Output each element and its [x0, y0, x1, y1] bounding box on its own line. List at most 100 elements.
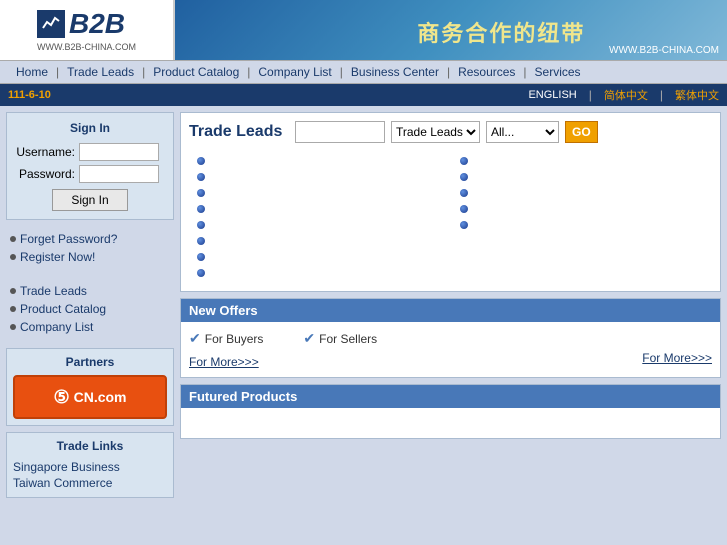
logo-text: B2B	[69, 8, 125, 40]
signin-title: Sign In	[15, 121, 165, 135]
username-input[interactable]	[79, 143, 159, 161]
bullet-dot-icon	[460, 221, 468, 229]
futured-header: Futured Products	[181, 385, 720, 408]
list-item	[197, 235, 442, 247]
bullet-dot-icon	[460, 157, 468, 165]
cn-icon: ⑤	[53, 387, 69, 408]
forget-password-link[interactable]: Forget Password?	[6, 230, 174, 248]
list-item	[460, 219, 705, 231]
list-item	[197, 171, 442, 183]
password-row: Password:	[15, 165, 165, 183]
new-offers-body: ✔ For Buyers ✔ For Sellers For More>>> F…	[181, 322, 720, 377]
bullet-dot-icon	[197, 269, 205, 277]
navbar: Home | Trade Leads | Product Catalog | C…	[0, 60, 727, 84]
list-item	[197, 219, 442, 231]
sidebar-top-links: Forget Password? Register Now!	[6, 226, 174, 270]
trade-leads-section: Trade Leads Trade Leads Products Compani…	[180, 112, 721, 292]
nav-product-catalog[interactable]: Product Catalog	[145, 65, 247, 79]
nav-services[interactable]: Services	[527, 65, 589, 79]
list-item	[197, 155, 442, 167]
lang-simplified[interactable]: 简体中文	[604, 87, 648, 103]
for-sellers-label: For Sellers	[319, 332, 377, 346]
list-item	[197, 187, 442, 199]
trade-leads-col-2	[452, 151, 713, 283]
bullet-icon	[10, 306, 16, 312]
bullet-dot-icon	[460, 173, 468, 181]
bullet-dot-icon	[197, 157, 205, 165]
password-input[interactable]	[79, 165, 159, 183]
nav-resources[interactable]: Resources	[450, 65, 523, 79]
bullet-dot-icon	[197, 237, 205, 245]
logo-url: WWW.B2B-CHINA.COM	[37, 42, 136, 52]
nav-business-center[interactable]: Business Center	[343, 65, 447, 79]
bullet-icon	[10, 236, 16, 242]
for-more-sellers-link[interactable]: For More>>>	[642, 351, 712, 369]
trade-leads-header: Trade Leads Trade Leads Products Compani…	[189, 121, 712, 143]
trade-leads-region-select[interactable]: All... Asia Europe Americas	[486, 121, 559, 143]
nav-home[interactable]: Home	[8, 65, 56, 79]
sidebar-nav-links: Trade Leads Product Catalog Company List	[6, 278, 174, 340]
bullet-icon	[10, 288, 16, 294]
partners-title: Partners	[13, 355, 167, 369]
username-label: Username:	[15, 145, 75, 159]
list-item	[460, 187, 705, 199]
futured-body	[181, 408, 720, 438]
language-links: ENGLISH | 简体中文 | 繁体中文	[528, 87, 719, 103]
signin-button[interactable]: Sign In	[52, 189, 127, 211]
language-bar: 111-6-10 ENGLISH | 简体中文 | 繁体中文	[0, 84, 727, 106]
for-buyers-item: ✔ For Buyers	[189, 330, 263, 347]
logo-icon	[37, 10, 65, 38]
trade-links-box: Trade Links Singapore Business Taiwan Co…	[6, 432, 174, 498]
check-icon: ✔	[303, 330, 315, 347]
bullet-dot-icon	[197, 189, 205, 197]
lang-traditional[interactable]: 繁体中文	[675, 87, 719, 103]
main-content: Trade Leads Trade Leads Products Compani…	[180, 112, 721, 498]
sidebar-product-catalog[interactable]: Product Catalog	[6, 300, 174, 318]
partners-box: Partners ⑤ CN.com	[6, 348, 174, 426]
bullet-icon	[10, 254, 16, 260]
banner-cn-text: 商务合作的纽带	[417, 16, 585, 48]
for-buyers-label: For Buyers	[205, 332, 264, 346]
for-more-buyers-link[interactable]: For More>>>	[189, 355, 259, 369]
bullet-dot-icon	[197, 173, 205, 181]
new-offers-header: New Offers	[181, 299, 720, 322]
list-item	[460, 155, 705, 167]
new-offers-section: New Offers ✔ For Buyers ✔ For Sellers Fo…	[180, 298, 721, 378]
for-sellers-item: ✔ For Sellers	[303, 330, 377, 347]
username-row: Username:	[15, 143, 165, 161]
futured-section: Futured Products	[180, 384, 721, 439]
sidebar-trade-leads[interactable]: Trade Leads	[6, 282, 174, 300]
nav-trade-leads[interactable]: Trade Leads	[59, 65, 142, 79]
register-link[interactable]: Register Now!	[6, 248, 174, 266]
list-item	[460, 171, 705, 183]
sidebar-company-list[interactable]: Company List	[6, 318, 174, 336]
signin-box: Sign In Username: Password: Sign In	[6, 112, 174, 220]
bullet-dot-icon	[460, 189, 468, 197]
tradelink-singapore[interactable]: Singapore Business	[13, 459, 167, 475]
trade-leads-search[interactable]	[295, 121, 385, 143]
phone-number: 111-6-10	[8, 89, 528, 101]
banner-url: WWW.B2B-CHINA.COM	[609, 45, 719, 56]
tradelink-taiwan[interactable]: Taiwan Commerce	[13, 475, 167, 491]
sidebar: Sign In Username: Password: Sign In Forg…	[6, 112, 174, 498]
cn-logo-text: CN.com	[74, 389, 127, 405]
bullet-icon	[10, 324, 16, 330]
logo-area: B2B WWW.B2B-CHINA.COM	[0, 0, 175, 60]
trade-leads-title: Trade Leads	[189, 123, 289, 141]
list-item	[197, 251, 442, 263]
bullet-dot-icon	[197, 205, 205, 213]
list-item	[197, 203, 442, 215]
tradelinks-title: Trade Links	[13, 439, 167, 453]
bullet-dot-icon	[460, 205, 468, 213]
trade-leads-col-1	[189, 151, 450, 283]
trade-leads-type-select[interactable]: Trade Leads Products Companies	[391, 121, 480, 143]
nav-company-list[interactable]: Company List	[250, 65, 339, 79]
lang-english[interactable]: ENGLISH	[528, 89, 576, 101]
cn-partner-logo[interactable]: ⑤ CN.com	[13, 375, 167, 419]
list-item	[197, 267, 442, 279]
new-offers-row: ✔ For Buyers ✔ For Sellers	[189, 330, 712, 347]
check-icon: ✔	[189, 330, 201, 347]
go-button[interactable]: GO	[565, 121, 598, 143]
bullet-dot-icon	[197, 253, 205, 261]
password-label: Password:	[15, 167, 75, 181]
